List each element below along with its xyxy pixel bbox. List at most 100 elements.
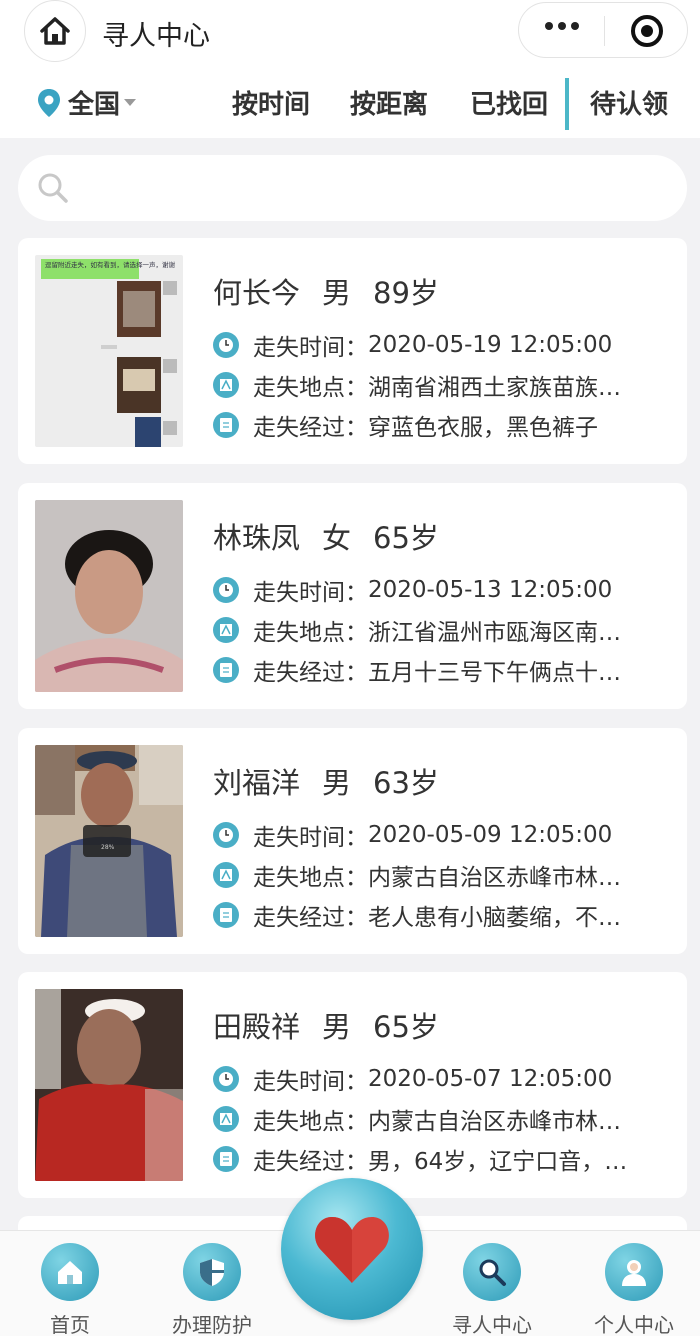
missing-desc-value: 穿蓝色衣服，黑色裤子 [368,415,598,441]
person-name: 何长今 [213,276,301,310]
missing-time-value: 2020-05-09 12:05:00 [368,822,613,848]
missing-desc-value: 男，64岁，辽宁口音，… [368,1149,628,1175]
missing-time-value: 2020-05-07 12:05:00 [368,1066,613,1092]
missing-time-label: 走失时间： [253,335,368,361]
location-pin-icon [38,88,60,117]
missing-time-value: 2020-05-19 12:05:00 [368,332,613,358]
heart-icon [315,1217,389,1283]
person-age: 65岁 [373,1010,439,1044]
missing-place-row: 走失地点： 浙江省温州市瓯海区南… [213,613,621,647]
person-heading: 田殿祥男 65岁 [213,1004,461,1046]
missing-time-row: 走失时间： 2020-05-07 12:05:00 [213,1062,612,1096]
missing-place-label: 走失地点： [253,1109,368,1135]
person-name: 刘福洋 [213,766,301,800]
missing-desc-value: 五月十三号下午俩点十… [368,660,621,686]
person-gender: 男 [322,766,352,800]
missing-desc-row: 走失经过： 老人患有小脑萎缩，不… [213,898,621,932]
person-heading: 何长今男 89岁 [213,270,461,312]
person-gender: 男 [322,276,352,310]
missing-time-row: 走失时间： 2020-05-13 12:05:00 [213,573,612,607]
center-heart-button[interactable] [281,1178,423,1320]
person-photo [35,500,183,692]
missing-desc-row: 走失经过： 穿蓝色衣服，黑色裤子 [213,408,598,442]
missing-place-row: 走失地点： 内蒙古自治区赤峰市林… [213,1102,621,1136]
missing-place-row: 走失地点： 内蒙古自治区赤峰市林… [213,858,621,892]
person-card[interactable]: 田殿祥男 65岁 走失时间： 2020-05-07 12:05:00 走失地点： 内蒙… [18,972,687,1198]
shield-icon [183,1243,241,1301]
person-photo [35,989,183,1181]
missing-place-label: 走失地点： [253,865,368,891]
person-name: 林珠凤 [213,521,301,555]
person-gender: 男 [322,1010,352,1044]
photo-caption: 28% [101,844,115,851]
missing-desc-label: 走失经过： [253,415,368,441]
nav-profile[interactable]: 个人中心 [574,1231,694,1336]
filter-bar: 全国 按时间 按距离 已找回 待认领 [0,62,700,138]
person-age: 65岁 [373,521,439,555]
clock-icon [213,822,239,848]
person-age: 89岁 [373,276,439,310]
nav-search-center-label: 寻人中心 [452,1313,532,1336]
tab-found[interactable]: 已找回 [470,84,548,121]
person-card[interactable]: 28% 刘福洋男 63岁 走失时间： 2020-05-09 12:05:00 走失地… [18,728,687,954]
home-icon [40,17,70,45]
document-icon [213,1146,239,1172]
missing-time-value: 2020-05-13 12:05:00 [368,577,613,603]
home-icon [41,1243,99,1301]
missing-place-value: 内蒙古自治区赤峰市林… [368,1109,621,1135]
region-selector[interactable]: 全国 [36,84,137,121]
search-input[interactable] [88,169,648,207]
person-photo: 逗留附近走失，如有看到，请选择一声，谢谢 [35,255,183,447]
tab-by-distance[interactable]: 按距离 [350,84,428,121]
missing-desc-value: 老人患有小脑萎缩，不… [368,905,621,931]
more-icon[interactable] [545,22,579,30]
person-card[interactable]: 林珠凤女 65岁 走失时间： 2020-05-13 12:05:00 走失地点： 浙江… [18,483,687,709]
capsule-menu [518,2,688,58]
missing-time-label: 走失时间： [253,1069,368,1095]
search-icon [38,173,68,203]
person-card[interactable]: 逗留附近走失，如有看到，请选择一声，谢谢 何长今男 89岁 走失时间： 2020-0… [18,238,687,464]
map-icon [213,862,239,888]
missing-desc-label: 走失经过： [253,1149,368,1175]
home-button[interactable] [24,0,86,62]
nav-profile-label: 个人中心 [594,1313,674,1336]
nav-protection-label: 办理防护 [172,1313,252,1336]
clock-icon [213,1066,239,1092]
person-heading: 刘福洋男 63岁 [213,760,461,802]
missing-time-row: 走失时间： 2020-05-19 12:05:00 [213,328,612,362]
nav-home-label: 首页 [50,1313,90,1336]
search-icon [463,1243,521,1301]
missing-place-value: 内蒙古自治区赤峰市林… [368,865,621,891]
missing-place-row: 走失地点： 湖南省湘西土家族苗族… [213,368,621,402]
chevron-down-icon [124,99,137,106]
clock-icon [213,332,239,358]
tab-by-time[interactable]: 按时间 [232,84,310,121]
map-icon [213,372,239,398]
user-icon [605,1243,663,1301]
missing-desc-row: 走失经过： 男，64岁，辽宁口音，… [213,1142,627,1176]
person-name: 田殿祥 [213,1010,301,1044]
nav-search-center[interactable]: 寻人中心 [432,1231,552,1336]
search-bar[interactable] [18,155,687,221]
missing-time-label: 走失时间： [253,580,368,606]
map-icon [213,617,239,643]
person-gender: 女 [322,521,352,555]
nav-home[interactable]: 首页 [10,1231,130,1336]
missing-place-value: 浙江省温州市瓯海区南… [368,620,621,646]
nav-protection[interactable]: 办理防护 [152,1231,272,1336]
page-title: 寻人中心 [102,21,210,52]
tab-divider [565,78,569,130]
missing-time-row: 走失时间： 2020-05-09 12:05:00 [213,818,612,852]
document-icon [213,657,239,683]
missing-desc-row: 走失经过： 五月十三号下午俩点十… [213,653,621,687]
tab-to-be-claimed[interactable]: 待认领 [590,84,668,121]
person-heading: 林珠凤女 65岁 [213,515,461,557]
missing-desc-label: 走失经过： [253,660,368,686]
record-icon[interactable] [631,15,663,47]
top-app-bar: 寻人中心 [0,0,700,62]
document-icon [213,412,239,438]
missing-desc-label: 走失经过： [253,905,368,931]
missing-place-label: 走失地点： [253,375,368,401]
person-age: 63岁 [373,766,439,800]
map-icon [213,1106,239,1132]
